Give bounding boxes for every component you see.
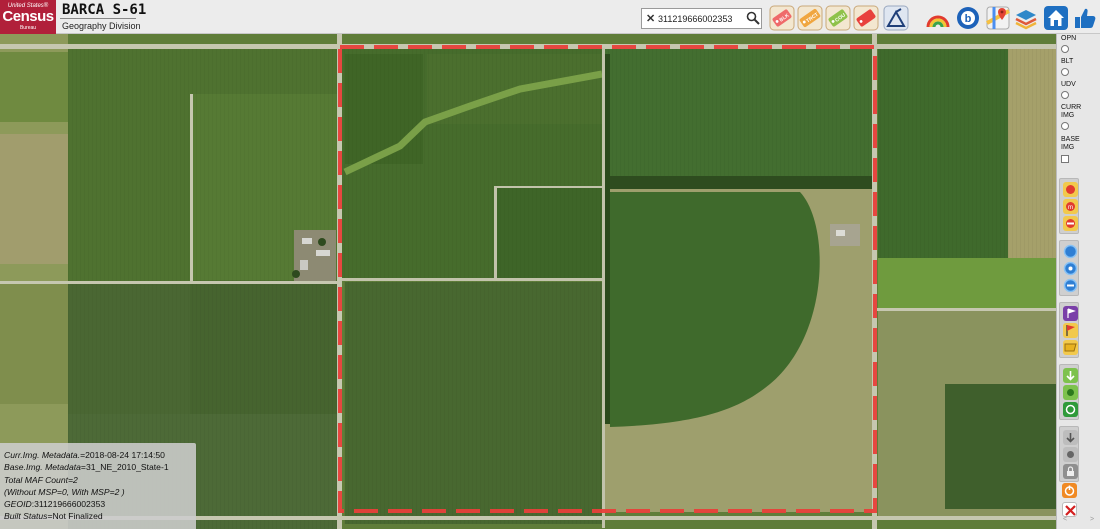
geoid-search-box: ✕	[641, 8, 762, 29]
right-tool-sidebar: OPN BLT UDV CURR IMG BASE IMG m < >	[1056, 34, 1100, 529]
close-icon[interactable]	[1062, 502, 1077, 517]
tag-red-button[interactable]	[853, 5, 879, 31]
layer-label-base-img: BASE IMG	[1061, 136, 1080, 151]
rainbow-layer-button[interactable]	[925, 5, 951, 31]
layer-label-curr-img: CURR IMG	[1061, 104, 1082, 119]
svg-text:m: m	[1068, 205, 1073, 211]
census-logo: United States® Census Bureau	[0, 0, 56, 34]
blue-point-move-icon[interactable]	[1063, 261, 1078, 276]
layers-button[interactable]	[1013, 5, 1039, 31]
geoid-search-input[interactable]	[658, 11, 742, 26]
blue-point-delete-icon[interactable]	[1063, 278, 1078, 293]
flag-tool-group	[1059, 302, 1079, 358]
built-status-row: Built Status=Not Finalized	[4, 510, 196, 522]
layer-checkbox-base-img[interactable]	[1061, 155, 1069, 163]
yellow-flag-icon[interactable]	[1063, 340, 1078, 355]
base-img-metadata-key: Base.Img. Metadata	[4, 462, 81, 473]
close-icon[interactable]: ✕	[646, 12, 655, 25]
green-tool-group	[1059, 364, 1079, 420]
purple-flag-icon[interactable]	[1063, 306, 1078, 321]
tag-blk-button[interactable]: BLK	[769, 5, 795, 31]
maf-count-row: Total MAF Count=2	[4, 474, 78, 485]
bing-map-button[interactable]: b	[955, 5, 981, 31]
image-metadata-panel: Curr.Img. Metadata.=2018-08-24 17:14:50 …	[0, 443, 196, 529]
power-icon[interactable]	[1062, 483, 1077, 498]
green-refresh-icon[interactable]	[1063, 402, 1078, 417]
layer-radio-opn[interactable]	[1061, 45, 1069, 53]
gray-point-edit-icon[interactable]	[1063, 447, 1078, 462]
top-toolbar: United States® Census Bureau BARCA S-61 …	[0, 0, 1100, 34]
thumbs-up-button[interactable]	[1072, 5, 1098, 31]
built-status-key: Built Status	[4, 511, 48, 522]
built-status-value: =Not Finalized	[47, 511, 103, 522]
green-arrow-down-icon[interactable]	[1063, 368, 1078, 383]
gray-tool-group	[1059, 426, 1079, 482]
base-img-metadata-value: =31_NE_2010_State-1	[80, 462, 169, 473]
chevron-right-icon[interactable]: >	[1090, 516, 1094, 523]
curr-img-metadata-value: =2018-08-24 17:14:50	[80, 450, 165, 460]
app-subtitle: Geography Division	[62, 21, 141, 31]
blue-point-add-icon[interactable]	[1063, 244, 1078, 259]
red-flag-icon[interactable]	[1063, 323, 1078, 338]
layer-radio-udv[interactable]	[1061, 91, 1069, 99]
gray-lock-icon[interactable]	[1063, 464, 1078, 479]
geoid-key: GEOID	[4, 499, 32, 510]
chevron-left-icon[interactable]: <	[1063, 516, 1067, 523]
tag-cou-button[interactable]: COU	[825, 5, 851, 31]
magnifier-icon[interactable]	[746, 11, 760, 30]
geoid-value: :311219666002353	[31, 499, 106, 510]
green-point-edit-icon[interactable]	[1063, 385, 1078, 400]
red-point-delete-icon[interactable]	[1063, 216, 1078, 231]
app-title: BARCA S-61	[62, 2, 147, 18]
logo-bottom-text: Bureau	[19, 25, 37, 31]
title-divider	[60, 18, 136, 19]
gray-arrow-down-icon[interactable]	[1063, 430, 1078, 445]
base-img-metadata-row: Base.Img. Metadata=31_NE_2010_State-1	[4, 461, 196, 473]
layer-radio-blt[interactable]	[1061, 68, 1069, 76]
red-point-move-icon[interactable]: m	[1063, 199, 1078, 214]
curr-img-metadata-key: Curr.Img. Metadata.	[4, 450, 81, 460]
layer-label-blt: BLT	[1061, 58, 1074, 65]
logo-main-text: Census	[2, 8, 54, 25]
google-maps-button[interactable]	[985, 5, 1011, 31]
red-point-add-icon[interactable]	[1063, 182, 1078, 197]
layer-label-udv: UDV	[1061, 81, 1076, 88]
msp-note-row: (Without MSP=0, With MSP=2 )	[4, 486, 125, 497]
blue-tool-group	[1059, 240, 1079, 296]
geoid-row: GEOID:311219666002353	[4, 498, 196, 510]
home-button[interactable]	[1043, 5, 1069, 31]
measure-tool-button[interactable]	[883, 5, 909, 31]
tag-trct-button[interactable]: TRCT	[797, 5, 823, 31]
layer-label-opn: OPN	[1061, 35, 1077, 42]
curr-img-metadata-row: Curr.Img. Metadata.=2018-08-24 17:14:50	[4, 449, 196, 461]
svg-text:b: b	[965, 13, 972, 25]
layer-radio-curr-img[interactable]	[1061, 122, 1069, 130]
red-tool-group: m	[1059, 178, 1079, 234]
